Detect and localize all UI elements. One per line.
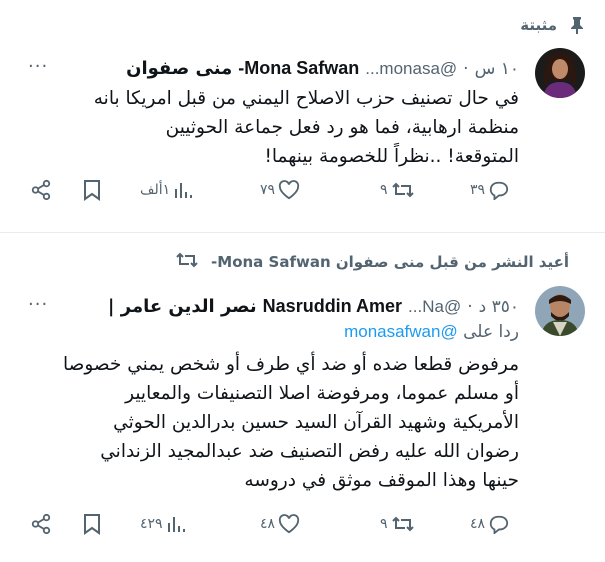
tweet2-name-en[interactable]: Nasruddin Amer (263, 296, 402, 317)
more-icon[interactable]: ··· (28, 294, 48, 315)
avatar-nasruddin[interactable] (535, 286, 585, 336)
retweet-icon (175, 250, 199, 274)
tweet2-views[interactable]: ٤٢٩ (140, 514, 186, 534)
reply-context: ردا على @monasafwan (344, 322, 519, 342)
pin-icon (567, 15, 587, 35)
retweet-icon (391, 182, 414, 198)
tweet1-name-en[interactable]: Mona Safwan- (238, 58, 359, 79)
tweet2-retweet[interactable]: ٩ (380, 514, 415, 534)
tweet2-header: نصر الدين عامر | Nasruddin Amer @Na... ·… (108, 296, 519, 317)
reply-icon (489, 181, 509, 200)
retweet-label: أعيد النشر من قبل منى صفوان Mona Safwan- (211, 253, 569, 271)
avatar-mona[interactable] (535, 48, 585, 98)
retweet-banner[interactable]: أعيد النشر من قبل منى صفوان Mona Safwan- (175, 250, 583, 274)
views-icon (167, 517, 185, 532)
tweet1-separator: · (463, 59, 469, 79)
retweet-icon (391, 516, 414, 532)
tweet1-retweet[interactable]: ٩ (380, 180, 415, 200)
more-icon[interactable]: ··· (28, 56, 48, 77)
tweet2-like[interactable]: ٤٨ (260, 514, 300, 534)
tweet2-reply[interactable]: ٤٨ (470, 514, 510, 534)
tweet1-reply[interactable]: ٣٩ (470, 180, 510, 200)
tweet1-handle[interactable]: @monasa... (365, 59, 457, 79)
tweet1-reply-count: ٣٩ (470, 182, 486, 198)
reply-icon (489, 515, 509, 534)
tweet2-retweet-count: ٩ (380, 516, 388, 532)
tweet1-views-count: ١ألف (140, 182, 171, 198)
bookmark-icon[interactable] (82, 179, 102, 201)
tweet2-handle[interactable]: @Na... (408, 297, 461, 317)
tweet2-time[interactable]: ٣٥٠ د (479, 297, 519, 317)
bookmark-icon[interactable] (82, 513, 102, 535)
views-icon (175, 183, 193, 198)
reply-handle-link[interactable]: @monasafwan (344, 322, 458, 341)
tweet2-name-ar[interactable]: نصر الدين عامر | (108, 296, 257, 317)
tweet1-like-count: ٧٩ (260, 182, 276, 198)
tweet1-name-ar[interactable]: منى صفوان (126, 58, 232, 79)
tweet1-time[interactable]: ١٠ س (475, 59, 519, 79)
share-icon[interactable] (30, 513, 52, 535)
heart-icon (278, 514, 300, 534)
tweet2-text: مرفوض قطعا ضده أو ضد أي طرف أو شخص يمني … (62, 354, 519, 491)
tweet1-like[interactable]: ٧٩ (260, 180, 300, 200)
tweet1-header: منى صفوان Mona Safwan- @monasa... · ١٠ س (126, 58, 519, 79)
pinned-indicator: مثبتة (0, 12, 587, 38)
tweet1-text: في حال تصنيف حزب الاصلاح اليمني من قبل ا… (93, 88, 519, 167)
tweet1-retweet-count: ٩ (380, 182, 388, 198)
pinned-label: مثبتة (520, 16, 557, 34)
tweet2-reply-count: ٤٨ (470, 516, 486, 532)
share-icon[interactable] (30, 179, 52, 201)
heart-icon (278, 180, 300, 200)
tweet1-views[interactable]: ١ألف (140, 180, 193, 200)
reply-prefix: ردا على (463, 322, 519, 342)
tweet2-separator: · (467, 297, 473, 317)
tweet2-views-count: ٤٢٩ (140, 516, 163, 532)
tweet2-like-count: ٤٨ (260, 516, 276, 532)
divider (0, 232, 605, 233)
